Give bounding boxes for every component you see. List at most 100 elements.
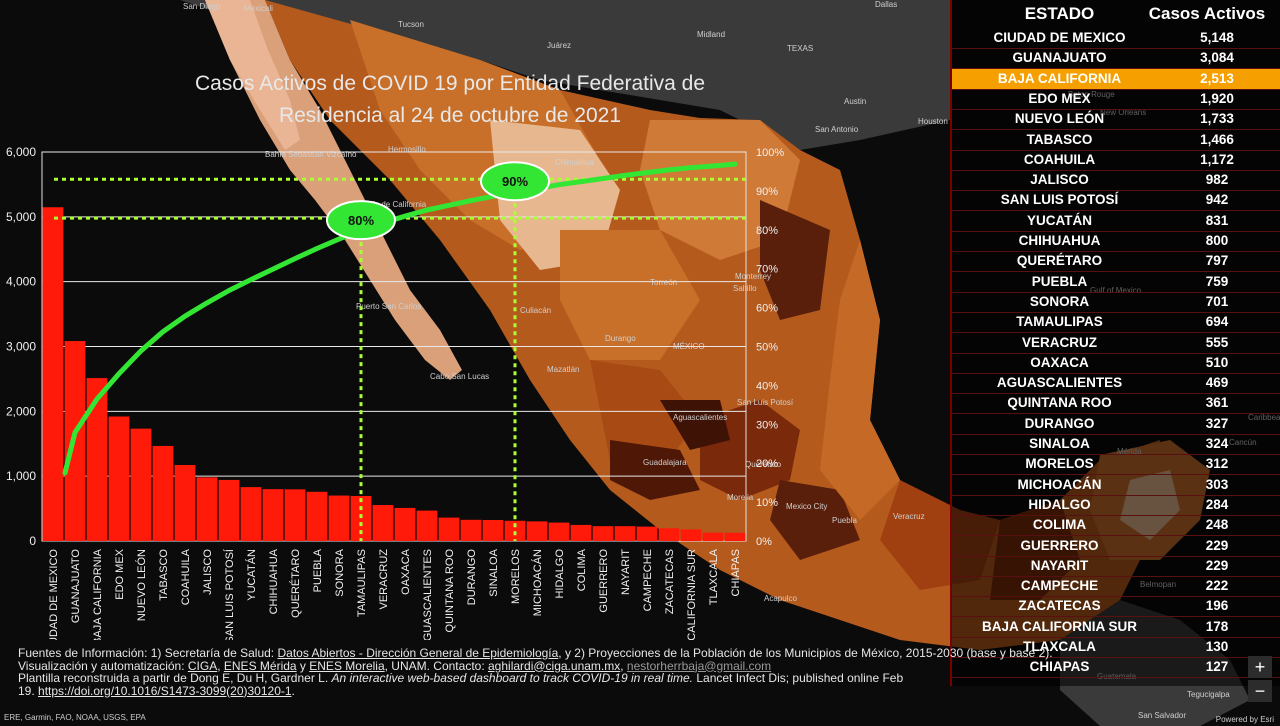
table-cell-state: QUERÉTARO: [1016, 253, 1103, 269]
table-row[interactable]: COLIMA 248: [952, 515, 1280, 537]
table-cell-state: SAN LUIS POTOSÍ: [1000, 192, 1119, 208]
y2-tick-label: 30%: [756, 419, 778, 431]
x-tick-label: QUINTANA ROO: [444, 549, 456, 633]
x-tick-label: BAJA CALIFORNIA SUR: [686, 549, 698, 640]
bar-3: [108, 416, 130, 541]
x-tick-label: GUANAJUATO: [70, 549, 82, 624]
table-row[interactable]: NAYARIT 229: [952, 556, 1280, 577]
bar-7: [196, 477, 218, 541]
bar-6: [174, 465, 196, 541]
table-row[interactable]: BAJA CALIFORNIA 2,513: [952, 68, 1280, 90]
table-cell-value: 555: [1205, 334, 1229, 350]
table-row[interactable]: GUERRERO 229: [952, 536, 1280, 557]
table-row[interactable]: QUINTANA ROO 361: [952, 393, 1280, 415]
marker-label: 80%: [348, 213, 374, 228]
bar-23: [548, 522, 570, 541]
bar-17: [416, 510, 438, 541]
table-cell-state: CIUDAD DE MEXICO: [993, 30, 1126, 45]
table-cell-state: JALISCO: [1030, 172, 1089, 188]
table-row[interactable]: SINALOA 324: [952, 434, 1280, 455]
table-row[interactable]: YUCATÁN 831: [952, 211, 1280, 232]
table-cell-state: ZACATECAS: [1018, 598, 1101, 614]
map-attribution: ERE, Garmin, FAO, NOAA, USGS, EPA: [4, 713, 146, 722]
table-row[interactable]: CAMPECHE 222: [952, 576, 1280, 598]
table-row[interactable]: TAMAULIPAS 694: [952, 312, 1280, 334]
x-tick-label: COLIMA: [576, 548, 588, 591]
x-tick-label: YUCATÁN: [245, 549, 258, 601]
bar-31: [724, 532, 746, 541]
table-cell-value: 982: [1205, 172, 1229, 188]
bar-28: [658, 528, 680, 541]
table-row[interactable]: OAXACA 510: [952, 353, 1280, 374]
y2-tick-label: 50%: [756, 342, 778, 354]
table-row[interactable]: ZACATECAS 196: [952, 596, 1280, 618]
y-tick-label: 6,000: [6, 145, 36, 159]
table-cell-value: 248: [1205, 517, 1229, 533]
esri-attribution[interactable]: Powered by Esri: [1216, 715, 1274, 724]
table-row[interactable]: EDO MEX 1,920: [952, 89, 1280, 110]
bar-9: [240, 487, 262, 541]
zoom-in-button[interactable]: +: [1248, 656, 1272, 678]
table-row[interactable]: CHIHUAHUA 800: [952, 231, 1280, 252]
table-row[interactable]: QUERÉTARO 797: [952, 251, 1280, 273]
table-row[interactable]: AGUASCALIENTES 469: [952, 373, 1280, 395]
table-cell-value: 797: [1205, 253, 1229, 269]
table-row[interactable]: JALISCO 982: [952, 170, 1280, 192]
map-place-label: Tegucigalpa: [1187, 690, 1230, 699]
chart-bars: [42, 207, 746, 541]
x-tick-label: COAHUILA: [180, 548, 192, 605]
table-row[interactable]: MORELOS 312: [952, 454, 1280, 476]
table-header-value: Casos Activos: [1148, 4, 1266, 23]
table-row[interactable]: MICHOACÁN 303: [952, 475, 1280, 496]
table-row[interactable]: SAN LUIS POTOSÍ 942: [952, 190, 1280, 212]
x-axis-labels: CIUDAD DE MEXICO GUANAJUATO BAJA CALIFORNI…: [48, 548, 742, 640]
sources-line3-suffix: Lancet Infect Dis; published online Feb: [693, 671, 904, 685]
bar-14: [350, 496, 372, 541]
table-row[interactable]: PUEBLA 759: [952, 272, 1280, 293]
y-tick-label: 5,000: [6, 210, 36, 224]
table-row[interactable]: COAHUILA 1,172: [952, 150, 1280, 171]
sources-note: Fuentes de Información: 1) Secretaría de…: [18, 647, 1098, 697]
bar-19: [460, 519, 482, 541]
x-tick-label: AGUASCALIENTES: [422, 549, 434, 640]
table-cell-value: 229: [1205, 537, 1229, 553]
y2-axis-ticks: 0% 10% 20% 30% 40% 50% 60% 70% 80% 90% 100%: [756, 147, 784, 548]
table-row[interactable]: GUANAJUATO 3,084: [952, 48, 1280, 70]
table-row[interactable]: CIUDAD DE MEXICO 5,148: [952, 28, 1280, 49]
y2-tick-label: 60%: [756, 303, 778, 315]
pareto-chart: Casos Activos de COVID 19 por Entidad Fe…: [6, 72, 784, 640]
table-row[interactable]: SONORA 701: [952, 292, 1280, 313]
y2-tick-label: 0%: [756, 536, 772, 548]
x-tick-label: TABASCO: [158, 549, 170, 601]
x-tick-label: TLAXCALA: [708, 548, 720, 605]
table-row[interactable]: BAJA CALIFORNIA SUR 178: [952, 617, 1280, 638]
chart-title-line2: Residencia al 24 de octubre de 2021: [279, 104, 621, 127]
x-tick-label: SONORA: [334, 548, 346, 596]
table-cell-state: SINALOA: [1029, 436, 1090, 451]
bar-26: [614, 526, 636, 541]
table-row[interactable]: DURANGO 327: [952, 414, 1280, 435]
zoom-out-button[interactable]: −: [1248, 680, 1272, 702]
x-tick-label: NUEVO LEÓN: [135, 549, 148, 621]
bar-27: [636, 526, 658, 541]
y2-tick-label: 10%: [756, 497, 778, 509]
x-tick-label: GUERRERO: [598, 549, 610, 613]
table-cell-value: 327: [1205, 415, 1229, 431]
table-row[interactable]: VERACRUZ 555: [952, 333, 1280, 354]
table-row[interactable]: NUEVO LEÓN 1,733: [952, 109, 1280, 131]
table-cell-state: TAMAULIPAS: [1016, 314, 1103, 330]
link-doi[interactable]: https://doi.org/10.1016/S1473-3099(20)30…: [38, 684, 292, 698]
table-cell-value: 1,466: [1200, 131, 1234, 147]
sources-line4-prefix: 19.: [18, 683, 39, 698]
y2-tick-label: 70%: [756, 264, 778, 276]
table-row[interactable]: HIDALGO 284: [952, 495, 1280, 516]
table-row[interactable]: TABASCO 1,466: [952, 130, 1280, 151]
table-cell-state: NUEVO LEÓN: [1014, 111, 1105, 127]
table-cell-value: 469: [1205, 375, 1229, 391]
y2-tick-label: 90%: [756, 186, 778, 198]
x-tick-label: OAXACA: [400, 548, 412, 595]
y2-tick-label: 80%: [756, 225, 778, 237]
table-cell-value: 284: [1205, 496, 1229, 512]
bar-4: [130, 428, 152, 541]
bar-25: [592, 526, 614, 541]
